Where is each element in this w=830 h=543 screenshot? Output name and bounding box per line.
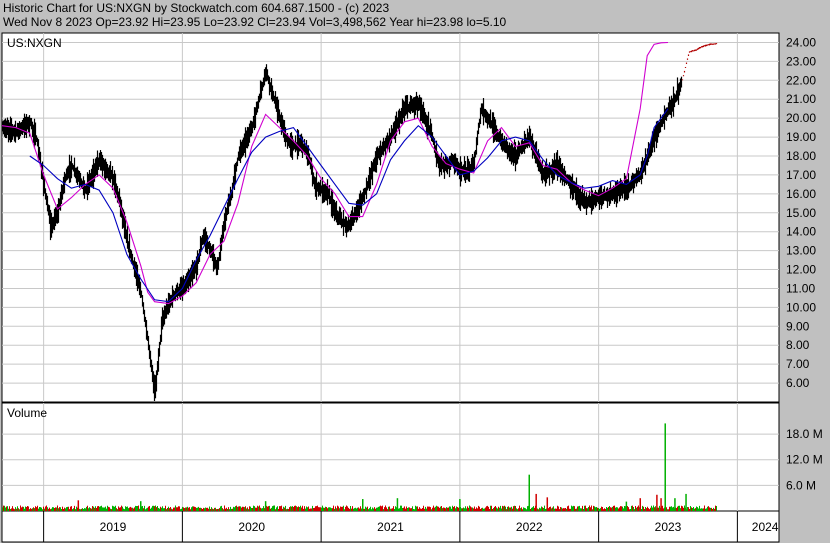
price-tick-label: 23.00 [786,54,816,68]
year-label: 2019 [100,520,127,534]
price-tick-label: 14.00 [786,225,816,239]
stock-chart: 6.00 7.00 8.00 9.00 10.00 11.00 12.00 13.00 14.0… [1,32,823,543]
price-tick-label: 16.00 [786,187,816,201]
volume-panel [1,402,780,512]
price-panel [1,32,780,403]
price-panel-title: US:NXGN [7,36,62,50]
price-tick-label: 22.00 [786,73,816,87]
year-label: 2023 [655,520,682,534]
year-label: 2020 [238,520,265,534]
volume-tick-label: 12.0 M [786,453,823,467]
price-tick-label: 8.00 [786,338,810,352]
price-tick-label: 13.00 [786,244,816,258]
price-tick-label: 20.00 [786,111,816,125]
price-tick-label: 21.00 [786,92,816,106]
volume-panel-title: Volume [7,406,47,420]
price-tick-label: 11.00 [786,281,815,295]
price-tick-label: 18.00 [786,149,816,163]
volume-tick-label: 6.0 M [786,478,816,492]
price-tick-label: 24.00 [786,35,816,49]
year-label: 2021 [377,520,404,534]
year-label: 2022 [516,520,543,534]
price-tick-label: 12.00 [786,263,816,277]
volume-tick-label: 18.0 M [786,427,823,441]
price-tick-label: 7.00 [786,357,810,371]
price-tick-label: 6.00 [786,376,810,390]
year-label: 2024 [752,520,779,534]
price-tick-label: 17.00 [786,168,816,182]
price-tick-label: 10.00 [786,300,816,314]
price-tick-label: 9.00 [786,319,810,333]
price-tick-label: 19.00 [786,130,816,144]
price-tick-label: 15.00 [786,206,816,220]
